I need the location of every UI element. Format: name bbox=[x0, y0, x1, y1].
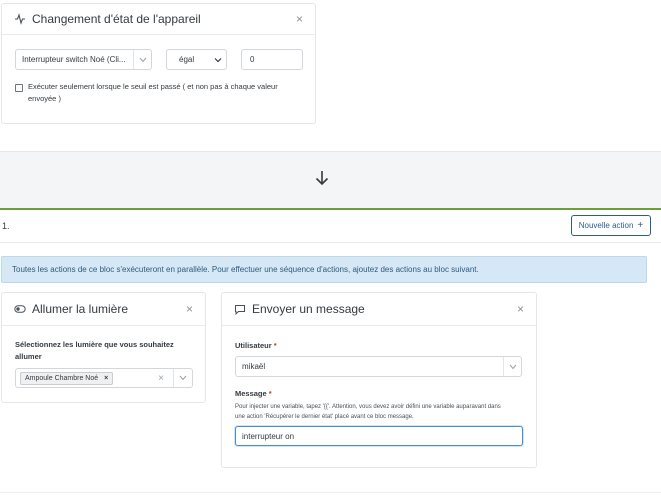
tag-label: Ampoule Chambre Noé bbox=[25, 374, 99, 382]
light-card-title: Allumer la lumière bbox=[32, 302, 129, 316]
chevron-down-icon bbox=[503, 357, 517, 376]
help-line2: une action 'Récupérer le dernier état' p… bbox=[235, 414, 414, 420]
user-label: Utilisateur * bbox=[235, 341, 277, 350]
message-input[interactable]: interrupteur on bbox=[235, 426, 523, 446]
help-line1: Pour injecter une variable, tapez '{{'. … bbox=[235, 404, 501, 410]
message-help-text: Pour injecter une variable, tapez '{{'. … bbox=[235, 402, 530, 422]
message-label-text: Message bbox=[235, 389, 267, 398]
checkbox-label-line1: Exécuter seulement lorsque le seuil est … bbox=[28, 82, 278, 91]
send-message-card: Envoyer un message × Utilisateur * mikaë… bbox=[221, 292, 537, 468]
tag-remove-icon[interactable]: × bbox=[104, 375, 108, 382]
parallel-info-alert: Toutes les actions de ce bloc s'exécuter… bbox=[1, 256, 647, 283]
trigger-card-header: Changement d'état de l'appareil × bbox=[2, 4, 315, 35]
new-action-label: Nouvelle action bbox=[578, 221, 634, 230]
operator-select[interactable]: égal bbox=[166, 49, 227, 70]
clear-icon[interactable]: × bbox=[158, 373, 164, 384]
light-multiselect[interactable]: Ampoule Chambre Noé × × bbox=[15, 368, 193, 388]
required-marker: * bbox=[268, 389, 272, 398]
light-label-line2: allumer bbox=[15, 352, 42, 361]
selected-light-tag: Ampoule Chambre Noé × bbox=[20, 371, 114, 385]
close-icon[interactable]: × bbox=[517, 302, 524, 316]
light-label-line1: Sélectionnez les lumière que vous souhai… bbox=[15, 340, 174, 349]
message-icon bbox=[234, 303, 246, 315]
message-card-header: Envoyer un message × bbox=[222, 293, 536, 326]
activity-icon bbox=[14, 13, 26, 25]
trigger-card: Changement d'état de l'appareil × Interr… bbox=[1, 3, 316, 124]
page-bottom-divider bbox=[0, 492, 661, 493]
user-label-text: Utilisateur bbox=[235, 341, 272, 350]
checkbox-label-line2: envoyée ) bbox=[28, 94, 61, 103]
block-connector bbox=[0, 151, 661, 209]
trigger-card-title: Changement d'état de l'appareil bbox=[32, 12, 201, 26]
user-select[interactable]: mikaël bbox=[235, 356, 522, 377]
chevron-down-icon bbox=[214, 50, 222, 69]
device-select[interactable]: Interrupteur switch Noé (Cli... bbox=[15, 49, 152, 70]
threshold-checkbox[interactable] bbox=[15, 84, 23, 92]
chevron-down-icon bbox=[133, 50, 147, 69]
action-block-header: 1. Nouvelle action + bbox=[0, 210, 661, 243]
arrow-down-icon bbox=[314, 169, 330, 192]
required-marker: * bbox=[273, 341, 277, 350]
block-number: 1. bbox=[2, 221, 10, 231]
close-icon[interactable]: × bbox=[186, 302, 193, 316]
new-action-button[interactable]: Nouvelle action + bbox=[571, 215, 651, 236]
threshold-checkbox-label: Exécuter seulement lorsque le seuil est … bbox=[28, 81, 278, 105]
device-select-value: Interrupteur switch Noé (Cli... bbox=[22, 55, 126, 64]
close-icon[interactable]: × bbox=[296, 12, 303, 26]
message-card-title: Envoyer un message bbox=[252, 302, 365, 316]
message-label: Message * bbox=[235, 389, 272, 398]
chevron-down-icon bbox=[173, 369, 187, 387]
turn-on-light-card: Allumer la lumière × Sélectionnez les lu… bbox=[1, 292, 206, 403]
user-select-value: mikaël bbox=[242, 362, 266, 371]
plus-icon: + bbox=[637, 220, 644, 231]
operator-select-value: égal bbox=[179, 55, 195, 64]
value-input[interactable]: 0 bbox=[241, 49, 303, 70]
toggle-icon bbox=[14, 303, 26, 315]
light-select-label: Sélectionnez les lumière que vous souhai… bbox=[15, 339, 174, 363]
light-card-header: Allumer la lumière × bbox=[2, 293, 205, 326]
